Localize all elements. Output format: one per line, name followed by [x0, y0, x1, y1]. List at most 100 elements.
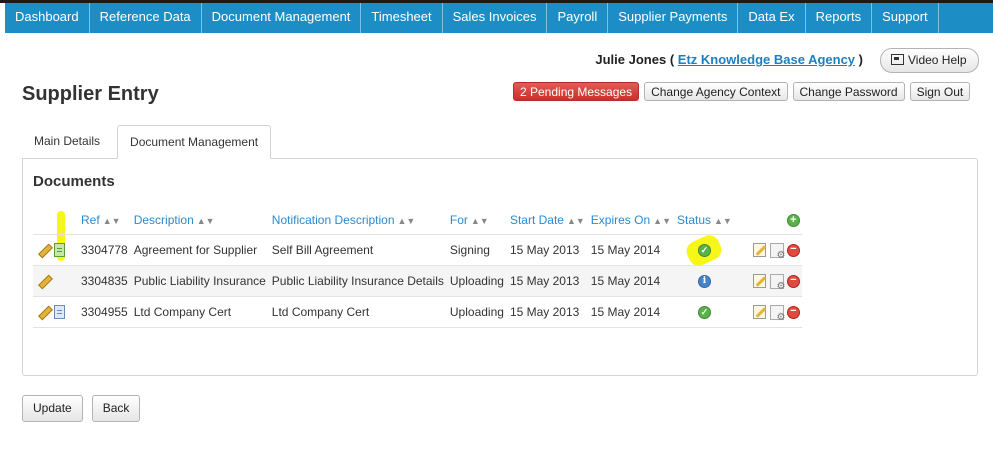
nav-payroll[interactable]: Payroll	[547, 3, 609, 33]
user-info: Julie Jones ( Etz Knowledge Base Agency …	[595, 52, 863, 67]
cell-description: Agreement for Supplier	[129, 234, 268, 266]
cell-description: Ltd Company Cert	[129, 296, 268, 328]
table-row: 3304835 Public Liability Insurance Publi…	[33, 265, 802, 297]
documents-panel: Documents Ref ▲▼ Description ▲▼ Notificati…	[22, 158, 978, 376]
cell-start-date: 15 May 2013	[505, 265, 587, 297]
col-status[interactable]: Status ▲▼	[672, 206, 734, 235]
top-navigation: Dashboard Reference Data Document Manage…	[5, 3, 993, 33]
nav-support[interactable]: Support	[872, 3, 939, 33]
tab-document-management[interactable]: Document Management	[117, 125, 272, 159]
status-info-icon: i	[697, 275, 711, 289]
tab-bar: Main Details Document Management	[22, 125, 272, 159]
change-agency-context-button[interactable]: Change Agency Context	[644, 82, 788, 101]
table-header: Ref ▲▼ Description ▲▼ Notification Descrip…	[33, 206, 802, 235]
cell-notification: Ltd Company Cert	[267, 296, 446, 328]
back-button[interactable]: Back	[91, 395, 141, 422]
sort-icon: ▲▼	[566, 216, 585, 226]
open-paren: (	[669, 52, 675, 67]
header-add-cell: +	[733, 206, 802, 235]
documents-title: Documents	[33, 173, 115, 190]
col-start-date[interactable]: Start Date ▲▼	[505, 206, 587, 235]
row-actions: −	[733, 234, 802, 266]
agency-link[interactable]: Etz Knowledge Base Agency	[678, 52, 855, 67]
header-actions: 2 Pending Messages Change Agency Context…	[513, 82, 971, 101]
status-ok-icon: ✓	[697, 306, 711, 320]
edit-document-icon[interactable]	[753, 274, 767, 289]
col-for-label: For	[449, 213, 468, 227]
sign-out-button[interactable]: Sign Out	[909, 82, 971, 101]
col-description-label: Description	[133, 213, 194, 227]
edit-pencil-icon[interactable]	[37, 274, 51, 288]
document-settings-icon[interactable]	[769, 304, 786, 323]
status-ok-icon: ✓	[697, 244, 711, 258]
col-notification-label: Notification Description	[271, 213, 395, 227]
row-tools	[33, 265, 77, 297]
nav-supplier-payments[interactable]: Supplier Payments	[608, 3, 739, 33]
document-icon[interactable]	[54, 243, 66, 258]
document-settings-icon[interactable]	[769, 242, 786, 261]
nav-reference-data[interactable]: Reference Data	[90, 3, 202, 33]
sort-icon: ▲▼	[653, 216, 671, 226]
cell-start-date: 15 May 2013	[505, 296, 587, 328]
sort-icon: ▲▼	[470, 216, 489, 226]
delete-icon[interactable]: −	[786, 274, 800, 288]
col-status-label: Status	[676, 213, 712, 227]
nav-dashboard[interactable]: Dashboard	[5, 3, 90, 33]
update-button[interactable]: Update	[22, 395, 83, 422]
row-actions: −	[733, 265, 802, 297]
page-title: Supplier Entry	[22, 83, 159, 105]
edit-pencil-icon[interactable]	[37, 305, 51, 319]
col-for[interactable]: For ▲▼	[445, 206, 506, 235]
col-description[interactable]: Description ▲▼	[129, 206, 268, 235]
cell-ref: 3304835	[77, 265, 130, 297]
cell-status: ✓	[672, 234, 734, 266]
nav-reports[interactable]: Reports	[806, 3, 873, 33]
table-row: 3304778 Agreement for Supplier Self Bill…	[33, 234, 802, 266]
cell-for: Uploading	[445, 265, 506, 297]
cell-expires-on: 15 May 2014	[586, 234, 673, 266]
nav-sales-invoices[interactable]: Sales Invoices	[443, 3, 548, 33]
film-icon	[891, 54, 904, 65]
sort-icon: ▲▼	[714, 216, 732, 226]
header-spacer	[33, 206, 77, 235]
col-expires-label: Expires On	[590, 213, 651, 227]
sort-icon: ▲▼	[397, 216, 416, 226]
cell-expires-on: 15 May 2014	[586, 296, 673, 328]
delete-icon[interactable]: −	[786, 243, 800, 257]
delete-icon[interactable]: −	[786, 305, 800, 319]
change-password-button[interactable]: Change Password	[792, 82, 905, 101]
edit-document-icon[interactable]	[753, 243, 767, 258]
close-paren: )	[858, 52, 863, 67]
cell-ref: 3304778	[77, 234, 130, 266]
table-row: 3304955 Ltd Company Cert Ltd Company Cer…	[33, 296, 802, 328]
video-help-button[interactable]: Video Help	[880, 48, 979, 73]
form-buttons: Update Back	[22, 395, 141, 422]
cell-ref: 3304955	[77, 296, 130, 328]
row-actions: −	[733, 296, 802, 328]
nav-timesheet[interactable]: Timesheet	[361, 3, 443, 33]
edit-document-icon[interactable]	[753, 305, 767, 320]
sort-icon: ▲▼	[102, 216, 121, 226]
documents-table: Ref ▲▼ Description ▲▼ Notification Descrip…	[33, 206, 802, 328]
col-ref-label: Ref	[81, 213, 100, 227]
edit-pencil-icon[interactable]	[37, 243, 51, 257]
cell-status: ✓	[672, 296, 734, 328]
cell-description: Public Liability Insurance	[129, 265, 268, 297]
col-ref[interactable]: Ref ▲▼	[77, 206, 130, 235]
nav-data-ex[interactable]: Data Ex	[738, 3, 806, 33]
user-name: Julie Jones	[595, 52, 667, 67]
document-settings-icon[interactable]	[769, 273, 786, 292]
add-document-icon[interactable]: +	[786, 214, 800, 228]
row-tools	[33, 234, 77, 266]
col-notification[interactable]: Notification Description ▲▼	[267, 206, 446, 235]
pending-messages-button[interactable]: 2 Pending Messages	[513, 82, 640, 101]
cell-expires-on: 15 May 2014	[586, 265, 673, 297]
cell-for: Signing	[445, 234, 506, 266]
video-help-label: Video Help	[908, 53, 967, 67]
col-expires-on[interactable]: Expires On ▲▼	[586, 206, 673, 235]
cell-for: Uploading	[445, 296, 506, 328]
nav-document-management[interactable]: Document Management	[202, 3, 362, 33]
cell-notification: Self Bill Agreement	[267, 234, 446, 266]
tab-main-details[interactable]: Main Details	[22, 125, 112, 159]
document-icon[interactable]	[54, 305, 66, 320]
